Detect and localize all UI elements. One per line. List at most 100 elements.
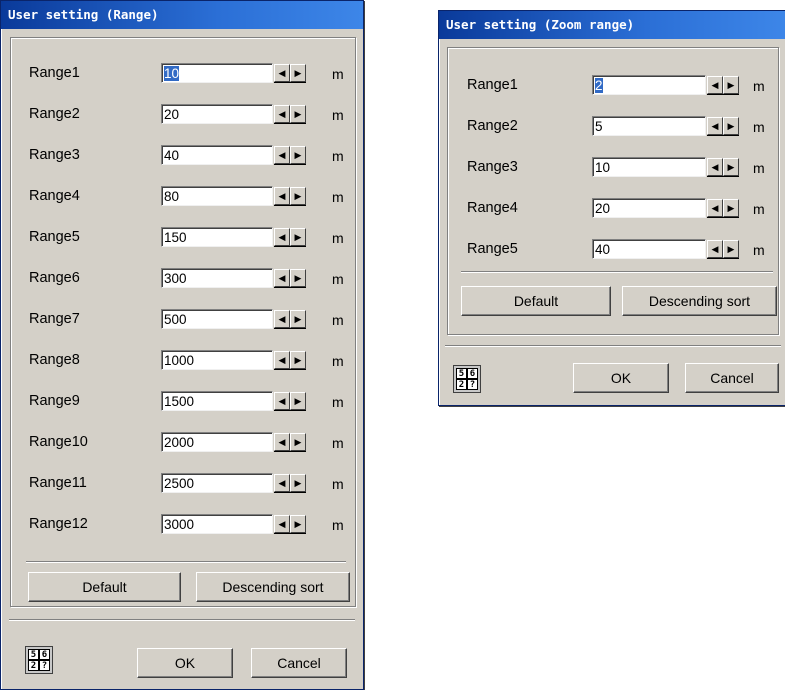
spin-right-arrow-icon[interactable]: ▶ — [723, 158, 739, 176]
keypad-digit: 5 — [456, 368, 467, 379]
spin-left-arrow-icon[interactable]: ◀ — [707, 240, 723, 258]
range-value-text: 20 — [164, 107, 180, 122]
range-value-text: 500 — [164, 312, 187, 327]
range-row: Range1 2 ◀ ▶ m — [467, 73, 773, 97]
ok-button[interactable]: OK — [573, 363, 669, 393]
range-value-input[interactable]: 1000 — [161, 350, 273, 370]
range-value-input[interactable]: 300 — [161, 268, 273, 288]
unit-label: m — [332, 312, 344, 328]
range-value-input[interactable]: 10 — [161, 63, 273, 83]
unit-label: m — [332, 271, 344, 287]
keypad-digit: 2 — [456, 379, 467, 390]
spin-left-arrow-icon[interactable]: ◀ — [274, 392, 290, 410]
spin-underline — [707, 217, 739, 218]
range-value-input[interactable]: 10 — [592, 157, 706, 177]
unit-label: m — [332, 230, 344, 246]
default-button[interactable]: Default — [28, 572, 181, 602]
spin-right-arrow-icon[interactable]: ▶ — [290, 515, 306, 533]
spin-right-arrow-icon[interactable]: ▶ — [723, 199, 739, 217]
range-value-input[interactable]: 2 — [592, 75, 706, 95]
spin-left-arrow-icon[interactable]: ◀ — [274, 433, 290, 451]
spin-right-arrow-icon[interactable]: ▶ — [290, 187, 306, 205]
spin-right-arrow-icon[interactable]: ▶ — [290, 474, 306, 492]
spin-right-arrow-icon[interactable]: ▶ — [723, 117, 739, 135]
unit-label: m — [753, 242, 765, 258]
spin-underline — [274, 205, 306, 206]
default-button[interactable]: Default — [461, 286, 611, 316]
range-row: Range11 2500 ◀ ▶ m — [29, 471, 352, 495]
cancel-button[interactable]: Cancel — [685, 363, 779, 393]
unit-label: m — [332, 435, 344, 451]
range-value-input[interactable]: 3000 — [161, 514, 273, 534]
spin-underline — [274, 492, 306, 493]
range-label: Range2 — [29, 106, 80, 122]
spin-right-arrow-icon[interactable]: ▶ — [290, 146, 306, 164]
range-value-input[interactable]: 20 — [161, 104, 273, 124]
range-label: Range5 — [29, 229, 80, 245]
range-label: Range4 — [467, 200, 518, 216]
spin-left-arrow-icon[interactable]: ◀ — [274, 146, 290, 164]
spin-right-arrow-icon[interactable]: ▶ — [290, 228, 306, 246]
range-row: Range7 500 ◀ ▶ m — [29, 307, 352, 331]
range-value-input[interactable]: 5 — [592, 116, 706, 136]
keypad-digit: 6 — [467, 368, 478, 379]
keypad-digit: 2 — [28, 660, 39, 671]
spin-left-arrow-icon[interactable]: ◀ — [274, 351, 290, 369]
range-value-input[interactable]: 500 — [161, 309, 273, 329]
ok-button[interactable]: OK — [137, 648, 233, 678]
range-label: Range5 — [467, 241, 518, 257]
keypad-icon[interactable]: 5 6 2 ? — [25, 646, 53, 674]
range-value-input[interactable]: 20 — [592, 198, 706, 218]
range-value-input[interactable]: 150 — [161, 227, 273, 247]
range-label: Range1 — [467, 77, 518, 93]
unit-label: m — [332, 476, 344, 492]
range-value-input[interactable]: 40 — [592, 239, 706, 259]
range-label: Range2 — [467, 118, 518, 134]
range-value-input[interactable]: 80 — [161, 186, 273, 206]
spin-left-arrow-icon[interactable]: ◀ — [274, 105, 290, 123]
spin-left-arrow-icon[interactable]: ◀ — [707, 158, 723, 176]
keypad-digit: 6 — [39, 649, 50, 660]
spin-right-arrow-icon[interactable]: ▶ — [290, 64, 306, 82]
range-value-input[interactable]: 40 — [161, 145, 273, 165]
spin-left-arrow-icon[interactable]: ◀ — [274, 187, 290, 205]
spin-left-arrow-icon[interactable]: ◀ — [274, 310, 290, 328]
spin-right-arrow-icon[interactable]: ▶ — [290, 269, 306, 287]
spin-right-arrow-icon[interactable]: ▶ — [723, 76, 739, 94]
descending-sort-button[interactable]: Descending sort — [622, 286, 777, 316]
range-value-input[interactable]: 1500 — [161, 391, 273, 411]
spin-underline — [274, 533, 306, 534]
range-value-text: 2 — [595, 78, 603, 93]
unit-label: m — [332, 148, 344, 164]
cancel-button[interactable]: Cancel — [251, 648, 347, 678]
unit-label: m — [332, 517, 344, 533]
spin-left-arrow-icon[interactable]: ◀ — [707, 76, 723, 94]
range-row: Range10 2000 ◀ ▶ m — [29, 430, 352, 454]
spin-right-arrow-icon[interactable]: ▶ — [290, 392, 306, 410]
range-label: Range9 — [29, 393, 80, 409]
spin-right-arrow-icon[interactable]: ▶ — [290, 433, 306, 451]
keypad-icon[interactable]: 5 6 2 ? — [453, 365, 481, 393]
range-value-text: 150 — [164, 230, 187, 245]
range-row: Range12 3000 ◀ ▶ m — [29, 512, 352, 536]
spin-right-arrow-icon[interactable]: ▶ — [290, 105, 306, 123]
spin-left-arrow-icon[interactable]: ◀ — [707, 199, 723, 217]
range-separator — [26, 561, 346, 563]
spin-underline — [274, 246, 306, 247]
spin-underline — [274, 164, 306, 165]
spin-right-arrow-icon[interactable]: ▶ — [290, 310, 306, 328]
spin-left-arrow-icon[interactable]: ◀ — [274, 228, 290, 246]
range-value-input[interactable]: 2500 — [161, 473, 273, 493]
range-row: Range6 300 ◀ ▶ m — [29, 266, 352, 290]
spin-right-arrow-icon[interactable]: ▶ — [723, 240, 739, 258]
range-label: Range7 — [29, 311, 80, 327]
spin-left-arrow-icon[interactable]: ◀ — [274, 515, 290, 533]
range-dialog: User setting (Range) Default Descending … — [0, 0, 364, 690]
spin-left-arrow-icon[interactable]: ◀ — [274, 64, 290, 82]
descending-sort-button[interactable]: Descending sort — [196, 572, 350, 602]
spin-left-arrow-icon[interactable]: ◀ — [707, 117, 723, 135]
spin-left-arrow-icon[interactable]: ◀ — [274, 269, 290, 287]
spin-left-arrow-icon[interactable]: ◀ — [274, 474, 290, 492]
spin-right-arrow-icon[interactable]: ▶ — [290, 351, 306, 369]
range-value-input[interactable]: 2000 — [161, 432, 273, 452]
